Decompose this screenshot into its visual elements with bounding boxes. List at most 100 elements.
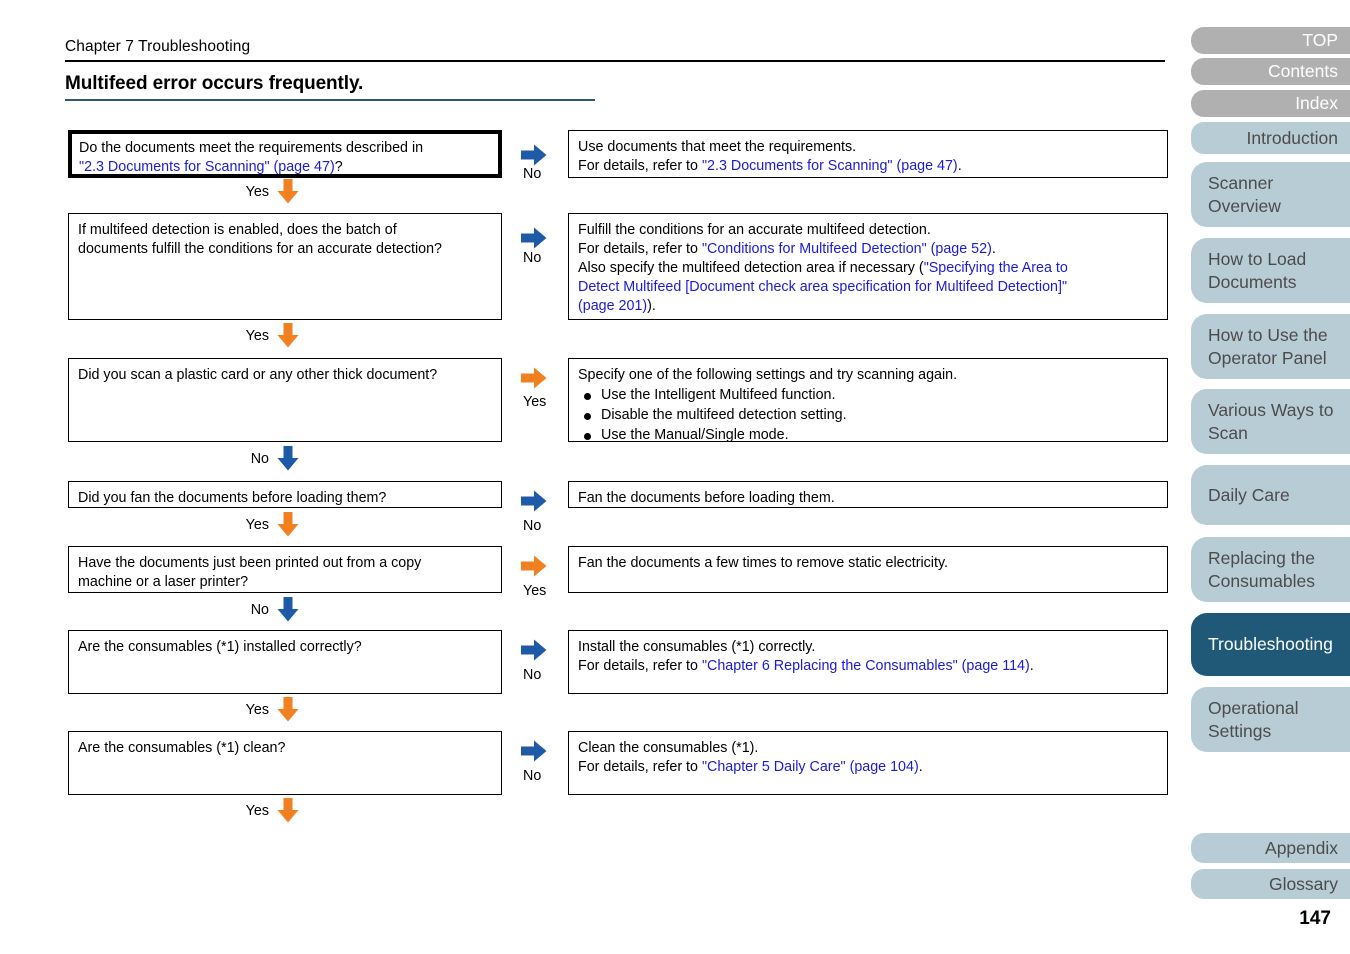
question-line: Did you scan a plastic card or any other… bbox=[78, 366, 492, 385]
sidebar-item-label: Replacing the bbox=[1208, 547, 1316, 568]
cross-reference-link[interactable]: "Chapter 6 Replacing the Consumables" (p… bbox=[702, 658, 1030, 674]
body-text: For details, refer to bbox=[578, 158, 702, 174]
sidebar-item-label: Operational bbox=[1208, 697, 1299, 718]
flow-arrow-right-icon bbox=[521, 366, 547, 390]
body-text: For details, refer to bbox=[578, 759, 702, 775]
answer-line: Specify one of the following settings an… bbox=[578, 367, 958, 383]
cross-reference-link[interactable]: Detect Multifeed [Document check area sp… bbox=[578, 279, 1067, 295]
body-text: For details, refer to bbox=[578, 241, 702, 257]
body-text: Have the documents just been printed out… bbox=[78, 555, 422, 571]
body-text: Did you fan the documents before loading… bbox=[78, 490, 387, 506]
sidebar-item-how-to-load-documents[interactable]: How to Load Documents bbox=[1191, 238, 1350, 303]
answer-line: Fulfill the conditions for an accurate m… bbox=[578, 221, 1158, 240]
answer-line: Also specify the multifeed detection are… bbox=[578, 259, 1158, 278]
sidebar-item-label: Glossary bbox=[1268, 873, 1338, 894]
body-text: Fan the documents a few times to remove … bbox=[578, 555, 949, 571]
branch-label-down: Yes bbox=[245, 517, 269, 533]
question-line: Did you fan the documents before loading… bbox=[78, 489, 492, 508]
flow-arrow-right-icon bbox=[521, 489, 547, 513]
branch-label-down: No bbox=[250, 451, 269, 467]
body-text: Do the documents meet the requirements d… bbox=[79, 140, 424, 156]
flow-arrow-right-icon bbox=[521, 638, 547, 662]
answer-line: Fan the documents before loading them. bbox=[578, 489, 1158, 508]
question-line: If multifeed detection is enabled, does … bbox=[78, 221, 492, 240]
sidebar-item-top[interactable]: TOP bbox=[1191, 27, 1350, 54]
body-text: Are the consumables (*1) clean? bbox=[78, 740, 286, 756]
flowchart-question-box: Do the documents meet the requirements d… bbox=[68, 130, 502, 178]
cross-reference-link[interactable]: "2.3 Documents for Scanning" (page 47) bbox=[79, 159, 335, 175]
body-text: Fan the documents before loading them. bbox=[578, 490, 835, 506]
sidebar-item-glossary[interactable]: Glossary bbox=[1191, 869, 1350, 899]
question-line: "2.3 Documents for Scanning" (page 47)? bbox=[79, 158, 491, 177]
sidebar-item-label: Index bbox=[1295, 93, 1338, 113]
sidebar-item-label: Consumables bbox=[1208, 570, 1315, 591]
sidebar-item-label: Various Ways to bbox=[1208, 399, 1334, 420]
flowchart-question-box: Have the documents just been printed out… bbox=[68, 546, 502, 593]
branch-label-down: Yes bbox=[245, 803, 269, 819]
body-text: Clean the consumables (*1). bbox=[578, 740, 759, 756]
answer-bullet-item: Use the Manual/Single mode. bbox=[578, 425, 1158, 445]
sidebar-item-scanner-overview[interactable]: Scanner Overview bbox=[1191, 162, 1350, 227]
body-text: . bbox=[957, 158, 962, 174]
cross-reference-link[interactable]: "Specifying the Area to bbox=[924, 260, 1068, 276]
answer-bullet-item: Use the Intelligent Multifeed function. bbox=[578, 385, 1158, 405]
sidebar-item-label: Operator Panel bbox=[1208, 347, 1327, 368]
body-text: . bbox=[1029, 658, 1034, 674]
branch-label-down: No bbox=[250, 602, 269, 618]
sidebar-item-label: Scan bbox=[1208, 422, 1248, 443]
page-title: Multifeed error occurs frequently. bbox=[65, 73, 364, 94]
branch-label-down: Yes bbox=[245, 702, 269, 718]
answer-bullet-list: Use the Intelligent Multifeed function. D… bbox=[578, 385, 1158, 445]
flowchart-question-box: Did you fan the documents before loading… bbox=[68, 481, 502, 508]
sidebar-item-troubleshooting[interactable]: Troubleshooting bbox=[1191, 613, 1350, 676]
sidebar-item-label: How to Use the bbox=[1208, 324, 1328, 345]
flow-arrow-right-icon bbox=[521, 739, 547, 763]
sidebar-item-contents[interactable]: Contents bbox=[1191, 58, 1350, 85]
branch-label-right: No bbox=[523, 166, 542, 182]
branch-label-right: No bbox=[523, 667, 542, 683]
flowchart-answer-box: Install the consumables (*1) correctly. F… bbox=[568, 630, 1168, 694]
cross-reference-link[interactable]: (page 201) bbox=[578, 298, 647, 314]
sidebar-item-various-ways-to-scan[interactable]: Various Ways to Scan bbox=[1191, 389, 1350, 454]
flow-arrow-right-icon bbox=[521, 554, 547, 578]
sidebar-item-index[interactable]: Index bbox=[1191, 90, 1350, 117]
cross-reference-link[interactable]: "Conditions for Multifeed Detection" (pa… bbox=[702, 241, 992, 257]
sidebar-item-introduction[interactable]: Introduction bbox=[1191, 122, 1350, 154]
answer-line: (page 201)). bbox=[578, 297, 1158, 316]
cross-reference-link[interactable]: "2.3 Documents for Scanning" (page 47) bbox=[702, 158, 958, 174]
sidebar-item-label: Overview bbox=[1208, 195, 1281, 216]
body-text: Fulfill the conditions for an accurate m… bbox=[578, 222, 931, 238]
question-line: Are the consumables (*1) installed corre… bbox=[78, 638, 492, 657]
flow-arrow-down-icon bbox=[277, 798, 299, 823]
chapter-header: Chapter 7 Troubleshooting bbox=[65, 38, 251, 55]
branch-label-right: Yes bbox=[523, 394, 547, 410]
answer-line: For details, refer to "2.3 Documents for… bbox=[578, 157, 1158, 176]
branch-label-right: No bbox=[523, 250, 542, 266]
sidebar-item-label: Daily Care bbox=[1208, 484, 1290, 505]
body-text: ). bbox=[647, 298, 656, 314]
sidebar-item-replacing-the-consumables[interactable]: Replacing the Consumables bbox=[1191, 537, 1350, 602]
sidebar-item-daily-care[interactable]: Daily Care bbox=[1191, 465, 1350, 525]
flowchart-answer-box: Fan the documents a few times to remove … bbox=[568, 546, 1168, 593]
body-text: Did you scan a plastic card or any other… bbox=[78, 367, 438, 383]
cross-reference-link[interactable]: "Chapter 5 Daily Care" (page 104) bbox=[702, 759, 919, 775]
sidebar-item-label: How to Load bbox=[1208, 248, 1307, 269]
sidebar-item-label: TOP bbox=[1302, 30, 1338, 50]
sidebar-item-operational-settings[interactable]: Operational Settings bbox=[1191, 687, 1350, 752]
sidebar-item-how-to-use-the-operator-panel[interactable]: How to Use the Operator Panel bbox=[1191, 314, 1350, 379]
flowchart-answer-box: Use documents that meet the requirements… bbox=[568, 130, 1168, 178]
navigation-sidebar: TOP Contents Index Introduction Scanner Overv… bbox=[1191, 0, 1350, 954]
body-text: Are the consumables (*1) installed corre… bbox=[78, 639, 362, 655]
question-line: machine or a laser printer? bbox=[78, 573, 492, 592]
answer-line: Clean the consumables (*1). bbox=[578, 739, 1158, 758]
flow-arrow-down-icon bbox=[277, 597, 299, 622]
flow-arrow-down-icon bbox=[277, 697, 299, 722]
question-line: documents fulfill the conditions for an … bbox=[78, 240, 492, 259]
branch-label-right: No bbox=[523, 768, 542, 784]
body-text: . bbox=[918, 759, 923, 775]
flowchart-answer-box: Specify one of the following settings an… bbox=[568, 358, 1168, 445]
sidebar-item-appendix[interactable]: Appendix bbox=[1191, 833, 1350, 863]
answer-line: Detect Multifeed [Document check area sp… bbox=[578, 278, 1158, 297]
answer-line: For details, refer to "Chapter 5 Daily C… bbox=[578, 758, 1158, 777]
sidebar-item-label: Settings bbox=[1208, 720, 1272, 741]
